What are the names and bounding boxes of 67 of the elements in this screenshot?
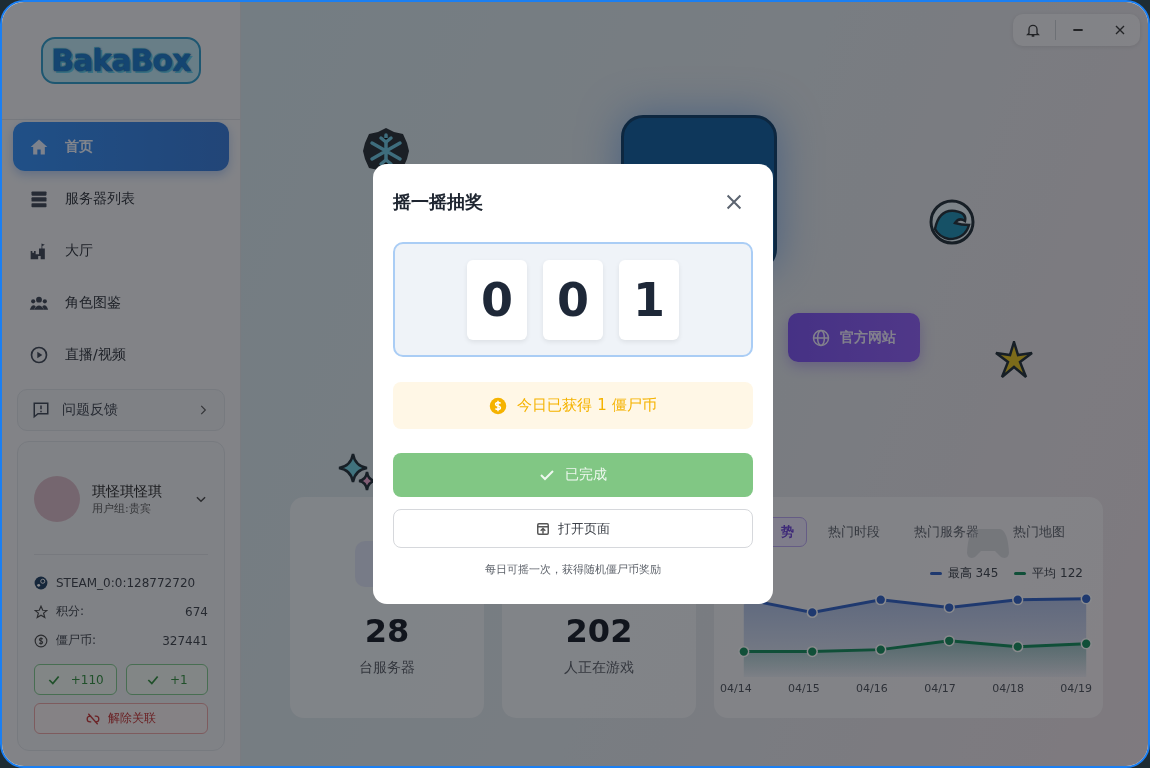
play-icon [29, 344, 49, 365]
website-button[interactable]: 官方网站 [788, 313, 920, 362]
nav-item[interactable]: 服务器列表 [13, 174, 229, 223]
legend-swatch [1014, 572, 1027, 575]
dialog-note: 每日可摇一次，获得随机僵尸币奖励 [484, 562, 662, 577]
unlink-icon [86, 711, 100, 726]
axis-label: 04/18 [992, 682, 1024, 695]
wave-icon [929, 199, 975, 245]
dialog-title: 摇一摇抽奖 [393, 190, 483, 214]
steam-icon [34, 575, 48, 590]
legend-label: 最高 345 [947, 565, 999, 582]
data-point [806, 606, 818, 619]
data-point [806, 645, 818, 658]
digit-card: 1 [619, 259, 679, 340]
nav-item[interactable]: 大厅 [13, 226, 229, 275]
nav-item[interactable]: 首页 [13, 122, 229, 171]
feedback-icon [32, 401, 50, 419]
legend-label: 平均 122 [1032, 565, 1083, 582]
chart-tab[interactable]: 热门服务器 [901, 517, 992, 547]
data-point [875, 644, 887, 656]
coin-icon [34, 633, 48, 648]
stat-value: 674 [185, 604, 208, 619]
check-icon [539, 467, 555, 483]
feedback-button[interactable]: 问题反馈 [17, 389, 225, 431]
data-point [1012, 594, 1024, 606]
digit-card: 0 [543, 259, 603, 340]
legend-swatch [929, 572, 942, 575]
axis-label: 04/16 [856, 682, 888, 695]
nav-item[interactable]: 直播/视频 [13, 330, 229, 379]
stat-caption: 人正在游戏 [564, 659, 634, 677]
data-point [943, 635, 955, 647]
reward-text: 今日已获得 1 僵尸币 [517, 396, 657, 415]
sparkle-icon [995, 341, 1033, 379]
chart-tab[interactable]: 热门地图 [1000, 517, 1078, 547]
stat-number: 202 [565, 615, 633, 647]
claim-button[interactable]: +1 [125, 664, 208, 695]
avatar [34, 476, 80, 522]
axis-label: 04/14 [720, 682, 752, 695]
stat-number: 28 [364, 615, 410, 647]
data-point [1012, 641, 1024, 653]
chart-tab[interactable]: 热门时段 [815, 517, 893, 547]
star-icon [34, 604, 48, 619]
open-page-icon [536, 521, 550, 536]
stat-value: 327441 [162, 633, 208, 648]
stat-label: 僵尸币: [56, 632, 97, 649]
axis-label: 04/15 [788, 682, 820, 695]
bell-icon[interactable] [1025, 22, 1041, 38]
data-point [943, 601, 955, 614]
axis-label: 04/17 [924, 682, 956, 695]
steam-id: STEAM_0:0:128772720 [56, 575, 196, 590]
data-point [738, 645, 750, 658]
stat-label: 积分: [56, 603, 85, 620]
app-logo: BakaBox [41, 37, 201, 84]
globe-icon [812, 328, 830, 347]
data-point [1080, 593, 1092, 605]
stat-caption: 台服务器 [359, 659, 415, 677]
digit-card: 0 [467, 259, 527, 340]
unlink-button[interactable]: 解除关联 [34, 703, 208, 734]
data-point [1080, 638, 1092, 650]
user-group: 用户组:贵宾 [92, 500, 182, 516]
open-page-button[interactable]: 打开页面 [393, 509, 753, 548]
nav-item[interactable]: 角色图鉴 [13, 278, 229, 327]
axis-label: 04/19 [1060, 682, 1092, 695]
user-name: 琪怪琪怪琪 [92, 482, 163, 501]
claim-button[interactable]: +110 [34, 664, 117, 695]
data-point [875, 594, 887, 606]
coin-icon [489, 396, 508, 415]
